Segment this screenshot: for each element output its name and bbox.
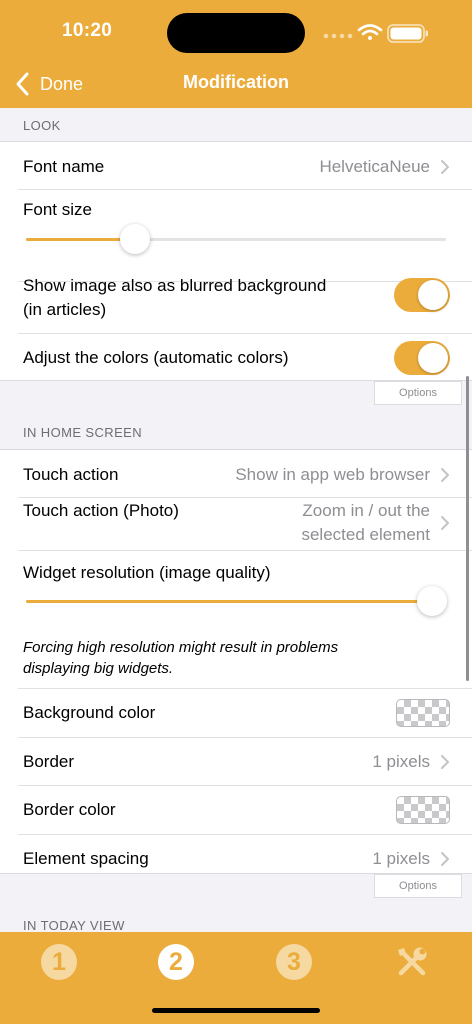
widget-resolution-label: Widget resolution (image quality) [23, 563, 271, 582]
look-group: Font name HelveticaNeue Font size Show i… [0, 141, 472, 381]
chevron-right-icon [441, 516, 449, 530]
tab-2-badge: 2 [158, 944, 194, 980]
tab-tools[interactable] [382, 940, 442, 984]
status-time: 10:20 [62, 20, 113, 41]
font-name-row[interactable]: Font name HelveticaNeue [0, 142, 472, 189]
background-color-row[interactable]: Background color [0, 689, 472, 736]
scrollbar[interactable] [466, 376, 469, 681]
border-row[interactable]: Border 1 pixels [0, 738, 472, 785]
wifi-icon [357, 24, 383, 40]
chevron-right-icon [441, 755, 449, 769]
widget-resolution-row: Widget resolution (image quality) [0, 551, 472, 622]
touch-action-value: Show in app web browser [235, 465, 430, 484]
blurred-background-label-line1: Show image also as blurred background [23, 276, 327, 295]
tab-3-badge: 3 [276, 944, 312, 980]
font-name-label: Font name [23, 157, 105, 176]
element-spacing-label: Element spacing [23, 849, 149, 868]
border-color-label: Border color [23, 800, 116, 819]
status-icons [322, 22, 434, 44]
element-spacing-value: 1 pixels [372, 849, 430, 868]
adjust-colors-label: Adjust the colors (automatic colors) [23, 348, 289, 367]
touch-action-photo-value-line2: selected element [301, 525, 430, 544]
dynamic-island [167, 13, 305, 53]
font-name-value: HelveticaNeue [319, 157, 430, 176]
touch-action-photo-value-line1: Zoom in / out the [302, 501, 430, 520]
chevron-right-icon [441, 468, 449, 482]
font-size-slider-fill [26, 238, 136, 241]
background-color-label: Background color [23, 703, 156, 722]
chevron-right-icon [441, 160, 449, 174]
battery-icon [387, 24, 428, 43]
touch-action-photo-label: Touch action (Photo) [23, 501, 179, 520]
tab-1[interactable]: 1 [29, 940, 89, 984]
tab-3[interactable]: 3 [264, 940, 324, 984]
font-size-label: Font size [23, 200, 92, 219]
blurred-background-toggle[interactable] [394, 278, 450, 312]
font-size-slider-knob[interactable] [120, 224, 151, 254]
note-line2: displaying big widgets. [23, 660, 174, 677]
background-color-swatch[interactable] [396, 699, 450, 727]
page-title: Modification [183, 72, 289, 92]
look-options-button[interactable]: Options [374, 381, 462, 405]
signal-icon [323, 33, 353, 39]
chevron-right-icon [441, 852, 449, 866]
note-line1: Forcing high resolution might result in … [23, 639, 339, 656]
toggle-knob [418, 343, 448, 373]
tab-1-badge: 1 [41, 944, 77, 980]
border-label: Border [23, 752, 75, 771]
blurred-background-label-line2: (in articles) [23, 300, 107, 319]
home-screen-group: Touch action Show in app web browser Tou… [0, 449, 472, 874]
adjust-colors-row: Adjust the colors (automatic colors) [0, 334, 472, 381]
font-size-row: Font size [0, 190, 472, 281]
tab-2[interactable]: 2 [146, 940, 206, 984]
tab-bar: 1 2 3 [0, 932, 472, 1024]
toggle-knob [418, 280, 448, 310]
border-value: 1 pixels [372, 752, 430, 771]
blurred-background-row: Show image also as blurred background (in… [0, 276, 472, 333]
element-spacing-row[interactable]: Element spacing 1 pixels [0, 835, 472, 875]
section-header-home-screen: IN HOME SCREEN [23, 425, 143, 440]
home-screen-options-button[interactable]: Options [374, 874, 462, 898]
border-color-row[interactable]: Border color [0, 786, 472, 833]
navigation-header: 10:20 Done Modification [0, 0, 472, 108]
font-size-slider[interactable] [26, 224, 446, 254]
touch-action-photo-value: Zoom in / out the selected element [301, 499, 430, 547]
border-color-swatch[interactable] [396, 796, 450, 824]
settings-list[interactable]: LOOK Font name HelveticaNeue Font size S… [0, 108, 472, 932]
section-header-today-view: IN TODAY VIEW [23, 918, 125, 932]
widget-resolution-slider-fill [26, 600, 432, 603]
widget-resolution-slider[interactable] [26, 586, 447, 616]
adjust-colors-toggle[interactable] [394, 341, 450, 375]
home-indicator [152, 1008, 320, 1013]
blurred-background-label: Show image also as blurred background (in… [23, 274, 383, 322]
resolution-note: Forcing high resolution might result in … [23, 637, 443, 679]
section-header-look: LOOK [23, 118, 61, 133]
touch-action-label: Touch action [23, 465, 119, 484]
widget-resolution-slider-knob[interactable] [417, 586, 447, 616]
tools-icon [398, 947, 427, 976]
touch-action-row[interactable]: Touch action Show in app web browser [0, 450, 472, 497]
touch-action-photo-row[interactable]: Touch action (Photo) Zoom in / out the se… [0, 498, 472, 550]
